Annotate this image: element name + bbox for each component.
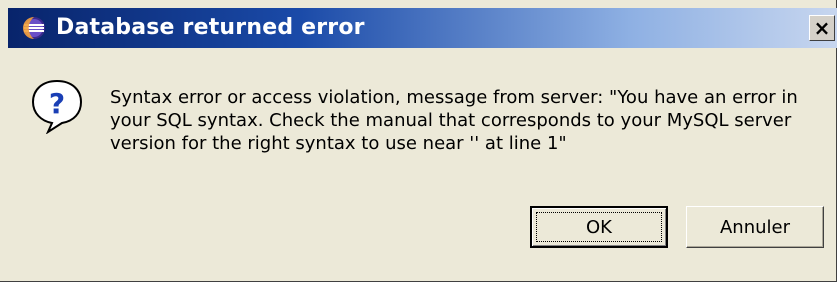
ok-button[interactable]: OK bbox=[530, 206, 668, 248]
message-line: Syntax error or access violation, messag… bbox=[110, 87, 798, 108]
eclipse-icon bbox=[23, 17, 45, 39]
close-icon: × bbox=[813, 16, 831, 40]
message-line: your SQL syntax. Check the manual that c… bbox=[110, 110, 792, 131]
focus-rectangle bbox=[536, 212, 662, 242]
cancel-button-label: Annuler bbox=[719, 216, 790, 238]
cancel-button[interactable]: Annuler bbox=[686, 206, 824, 248]
question-icon: ? bbox=[31, 79, 83, 134]
message-line: version for the right syntax to use near… bbox=[110, 133, 567, 154]
error-dialog: Database returned error × ? Syntax error… bbox=[0, 0, 837, 282]
error-message: Syntax error or access violation, messag… bbox=[110, 86, 830, 155]
window-title: Database returned error bbox=[56, 15, 365, 40]
close-button[interactable]: × bbox=[809, 15, 835, 41]
title-bar[interactable]: Database returned error × bbox=[8, 8, 837, 48]
svg-text:?: ? bbox=[49, 87, 65, 120]
